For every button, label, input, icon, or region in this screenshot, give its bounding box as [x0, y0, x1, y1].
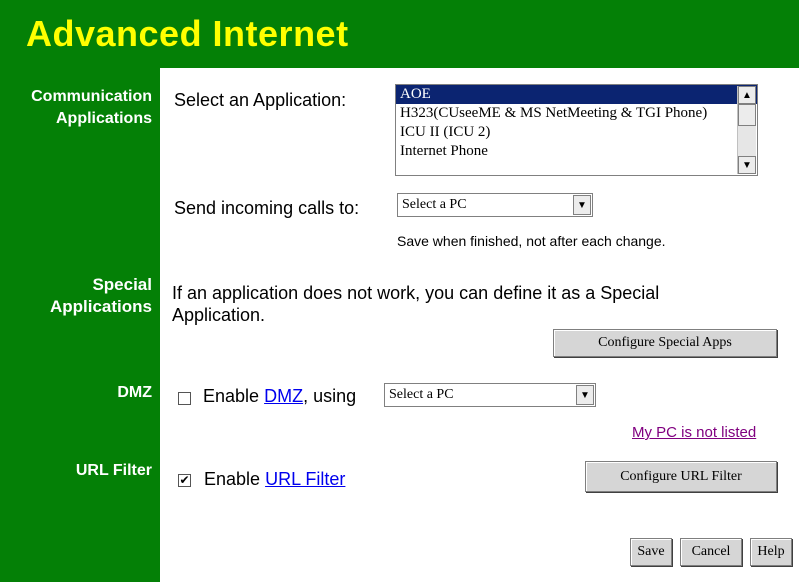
- special-applications-text: If an application does not work, you can…: [172, 283, 660, 325]
- list-item[interactable]: Internet Phone: [396, 142, 757, 161]
- my-pc-not-listed-link[interactable]: My PC is not listed: [632, 424, 756, 441]
- configure-special-apps-button[interactable]: Configure Special Apps: [553, 329, 777, 357]
- section-label-line: Communication: [31, 88, 152, 105]
- list-item[interactable]: H323(CUseeME & MS NetMeeting & TGI Phone…: [396, 104, 757, 123]
- application-listbox[interactable]: AOE H323(CUseeME & MS NetMeeting & TGI P…: [395, 84, 758, 176]
- help-button[interactable]: Help: [750, 538, 792, 566]
- section-label-line: Applications: [55, 110, 152, 127]
- list-item[interactable]: ICU II (ICU 2): [396, 123, 757, 142]
- dmz-enable-label: Enable DMZ, using: [203, 386, 356, 408]
- sidebar: Communication Applications Special Appli…: [0, 68, 160, 582]
- dmz-link[interactable]: DMZ: [264, 386, 303, 406]
- list-item[interactable]: AOE: [396, 85, 757, 104]
- scroll-thumb[interactable]: [738, 104, 756, 126]
- scroll-down-icon[interactable]: ▼: [738, 156, 756, 174]
- chevron-down-icon: ▼: [573, 195, 591, 215]
- title-bar: Advanced Internet: [0, 0, 799, 68]
- dmz-pc-select[interactable]: Select a PC ▼: [384, 383, 596, 407]
- dmz-enable-prefix: Enable: [203, 386, 260, 406]
- configure-url-filter-button[interactable]: Configure URL Filter: [585, 461, 777, 492]
- url-filter-link[interactable]: URL Filter: [265, 469, 345, 489]
- page-title: Advanced Internet: [26, 13, 349, 54]
- dmz-select-value: Select a PC: [389, 387, 454, 402]
- section-label-line: Applications: [49, 297, 152, 316]
- chevron-down-icon: ▼: [576, 385, 594, 405]
- send-calls-select-value: Select a PC: [402, 197, 467, 212]
- save-note: Save when finished, not after each chang…: [397, 233, 666, 249]
- cancel-button[interactable]: Cancel: [680, 538, 742, 566]
- section-special-applications: Special Applications: [50, 274, 152, 318]
- scroll-up-icon[interactable]: ▲: [738, 86, 756, 104]
- save-button[interactable]: Save: [630, 538, 672, 566]
- url-filter-enable-label: Enable URL Filter: [204, 469, 345, 491]
- section-label-line: Special: [92, 275, 152, 294]
- listbox-scrollbar[interactable]: ▲ ▼: [737, 86, 756, 174]
- section-communication-applications: Communication Applications: [31, 86, 152, 130]
- send-incoming-calls-label: Send incoming calls to:: [174, 198, 360, 218]
- dmz-using-text: , using: [303, 386, 357, 406]
- dmz-checkbox[interactable]: [178, 392, 191, 405]
- url-filter-enable-prefix: Enable: [204, 469, 261, 489]
- section-url-filter: URL Filter: [75, 462, 152, 479]
- section-dmz: DMZ: [117, 384, 152, 401]
- url-filter-checkbox[interactable]: ✔: [178, 474, 191, 487]
- select-application-label: Select an Application:: [174, 90, 347, 110]
- send-calls-select[interactable]: Select a PC ▼: [397, 193, 593, 217]
